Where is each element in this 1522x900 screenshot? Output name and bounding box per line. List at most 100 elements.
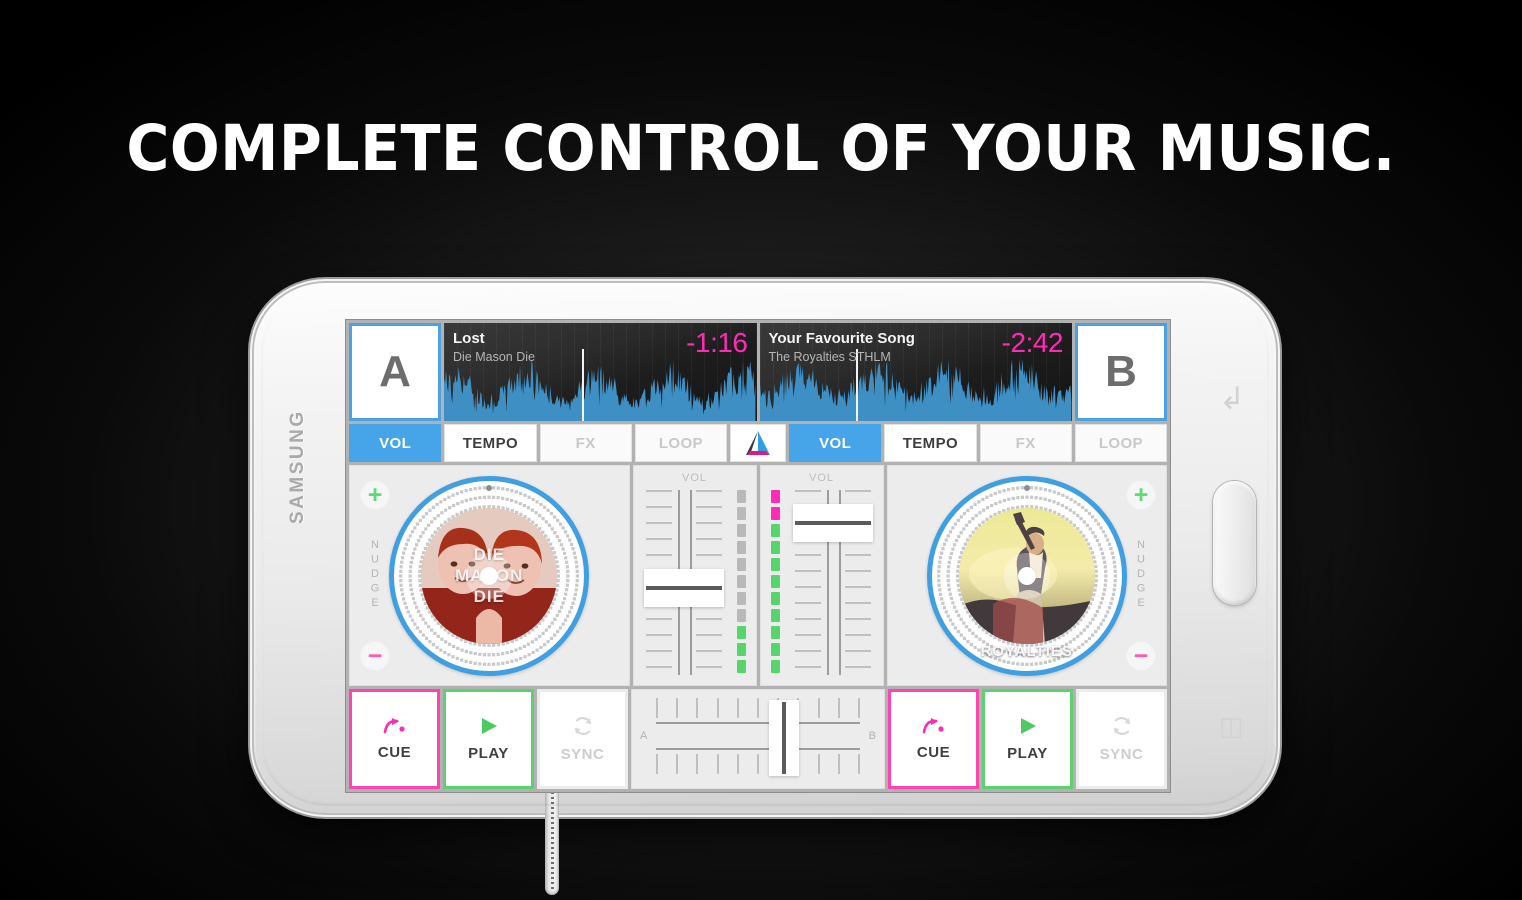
waveform-row: A Lost Die Mason Die -1:16 Your Favourit… (349, 323, 1167, 421)
play-icon (1017, 716, 1039, 740)
transport-row: CUE PLAY SYNC A B CUE PLAY SYNC (349, 689, 1167, 789)
fader-tick (695, 634, 722, 636)
tab-a-tempo[interactable]: TEMPO (444, 424, 537, 462)
fader-tick (645, 538, 672, 540)
deck-a-waveform[interactable]: Lost Die Mason Die -1:16 (444, 323, 757, 421)
deck-a-playhead (581, 349, 584, 421)
crossfader-rail-bottom (656, 748, 860, 750)
vu-segment (770, 507, 780, 520)
deck-b-sync-button[interactable]: SYNC (1076, 689, 1167, 789)
deck-a-nudge-plus-button[interactable]: + (360, 480, 390, 510)
crossfader-tick (857, 698, 860, 718)
platter-marker-dot (1023, 484, 1030, 491)
fader-tick (794, 554, 821, 556)
crossfader-tick (676, 698, 679, 718)
mode-tab-row: VOL TEMPO FX LOOP VOL TEMPO FX LOOP (349, 424, 1167, 462)
crossfader[interactable]: A B (631, 689, 885, 789)
tab-b-vol[interactable]: VOL (789, 424, 882, 462)
fader-tick (695, 666, 722, 668)
fader-tick (844, 634, 871, 636)
deck-a-transport: CUE PLAY SYNC (349, 689, 628, 789)
page-title: COMPLETE CONTROL OF YOUR MUSIC. (126, 112, 1396, 185)
deck-b-nudge-plus-button[interactable]: + (1126, 480, 1156, 510)
fader-tick (695, 506, 722, 508)
fader-tick (645, 650, 672, 652)
deck-a-letter: A (379, 347, 411, 396)
deck-b-nudge-minus-button[interactable]: − (1126, 641, 1156, 671)
deck-b-letter-button[interactable]: B (1075, 323, 1167, 421)
vu-segment (770, 643, 780, 656)
platter-spindle (480, 566, 499, 585)
crossfader-tick (817, 754, 820, 774)
deck-a-vu-meter (736, 490, 746, 673)
fader-tick (794, 586, 821, 588)
deck-b-nudge-label: NUDGE (1135, 539, 1147, 612)
fader-tick (794, 570, 821, 572)
deck-b-cue-label: CUE (916, 744, 951, 761)
fader-tick (844, 554, 871, 556)
deck-b-art-title: ROYALTIES (980, 642, 1073, 660)
deck-b-letter: B (1105, 347, 1137, 396)
fader-tick (645, 618, 672, 620)
deck-a-volume-fader-handle[interactable] (643, 569, 724, 607)
cue-icon (921, 717, 947, 739)
fader-tick (645, 506, 672, 508)
deck-b-waveform[interactable]: Your Favourite Song The Royalties STHLM … (759, 323, 1072, 421)
crossfader-handle[interactable] (769, 700, 799, 776)
fader-tick (844, 602, 871, 604)
deck-b-turntable[interactable]: ROYALTIES (926, 475, 1127, 676)
vu-segment (736, 490, 746, 503)
sync-icon (572, 715, 594, 741)
back-arrow-icon[interactable]: ↲ (1219, 383, 1245, 414)
vu-segment (770, 609, 780, 622)
vu-segment (770, 575, 780, 588)
vu-segment (736, 660, 746, 673)
fader-tick (794, 618, 821, 620)
tab-b-loop[interactable]: LOOP (1074, 424, 1167, 462)
app-screen: A Lost Die Mason Die -1:16 Your Favourit… (346, 320, 1170, 792)
vu-segment (770, 660, 780, 673)
deck-b-panel: ROYALTIES + NUDGE − (886, 465, 1167, 686)
vu-segment (736, 643, 746, 656)
fader-tick (844, 570, 871, 572)
home-button[interactable] (1213, 481, 1256, 605)
crossfader-ticks-top (656, 698, 860, 718)
tab-b-fx[interactable]: FX (979, 424, 1072, 462)
sync-icon (1111, 715, 1133, 741)
fader-tick (695, 490, 722, 492)
fader-tick (794, 602, 821, 604)
vu-segment (770, 490, 780, 503)
tab-a-vol[interactable]: VOL (349, 424, 442, 462)
menu-icon[interactable]: ◫ (1219, 713, 1244, 739)
vu-segment (770, 558, 780, 571)
deck-b-volume-label: VOL (808, 472, 834, 484)
tab-b-tempo[interactable]: TEMPO (884, 424, 977, 462)
deck-a-cue-label: CUE (377, 744, 412, 761)
deck-a-cue-button[interactable]: CUE (349, 689, 440, 789)
deck-b-play-button[interactable]: PLAY (982, 689, 1073, 789)
deck-a-nudge-minus-button[interactable]: − (360, 641, 390, 671)
deck-a-letter-button[interactable]: A (349, 323, 441, 421)
deck-a-sync-button[interactable]: SYNC (537, 689, 628, 789)
edjing-triangle-logo-icon[interactable] (730, 424, 786, 462)
play-icon (478, 716, 500, 740)
tab-a-fx[interactable]: FX (539, 424, 632, 462)
deck-b-nudge-controls: + NUDGE − (1120, 466, 1162, 685)
deck-b-volume-fader-handle[interactable] (792, 504, 873, 542)
deck-a-turntable[interactable]: DIE MASON DIE (389, 475, 590, 676)
deck-a-sync-label: SYNC (560, 746, 605, 763)
fader-tick (844, 650, 871, 652)
deck-b-cue-button[interactable]: CUE (888, 689, 979, 789)
waveform-a-graphic (444, 359, 756, 421)
tab-a-loop[interactable]: LOOP (634, 424, 727, 462)
decks-and-mixer-row: + NUDGE − DIE DIE VOL VOL ROYALTIES + NU… (349, 465, 1167, 686)
deck-b-time-remaining: -2:42 (1001, 327, 1064, 358)
crossfader-tick (837, 754, 840, 774)
cue-icon (382, 717, 408, 739)
deck-a-volume-fader-panel: VOL (632, 465, 757, 686)
fader-tick (794, 650, 821, 652)
crossfader-tick (696, 698, 699, 718)
deck-a-play-button[interactable]: PLAY (443, 689, 534, 789)
deck-a-track-title: Lost (453, 330, 485, 347)
fader-tick (695, 554, 722, 556)
